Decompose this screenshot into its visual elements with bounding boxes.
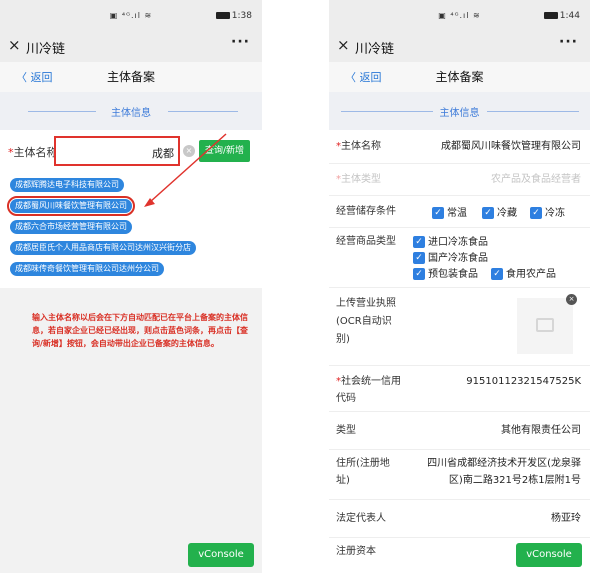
checkbox-checked-icon: ✓: [413, 236, 425, 248]
nav-bar: 〈 返回 主体备案: [329, 62, 590, 92]
instruction-note: 输入主体名称以后会在下方自动匹配已在平台上备案的主体信息，若自家企业已经已经出现…: [32, 313, 248, 348]
checkbox-checked-icon: ✓: [482, 207, 494, 219]
checkbox-checked-icon: ✓: [491, 268, 503, 280]
status-time: 1:44: [559, 11, 580, 21]
field-label: 注册资本: [336, 546, 376, 557]
field-entity-name: *主体名称 成都蜀风川味餐饮管理有限公司: [329, 130, 590, 164]
goods-option-agricultural[interactable]: ✓ 食用农产品: [491, 265, 556, 280]
app-title: 川冷链: [355, 42, 395, 57]
battery-time: 1:44: [543, 11, 580, 21]
status-bar: ▣ ⁴ᴳ.ıl ≋ 1:44: [329, 0, 590, 30]
license-upload[interactable]: ×: [517, 294, 577, 354]
legal-rep-value[interactable]: 杨亚玲: [551, 511, 581, 527]
field-label: *社会统一信用: [336, 376, 401, 387]
app-title-bar: × 川冷链 ···: [329, 30, 590, 62]
field-label: 住所(注册地: [336, 458, 390, 469]
right-phone-screen: ▣ ⁴ᴳ.ıl ≋ 1:44 × 川冷链 ··· 〈 返回 主体备案 主体信息 …: [329, 0, 590, 573]
field-label: 代码: [336, 393, 356, 404]
field-goods-type: 经营商品类型 ✓ 进口冷冻食品 ✓ 国产冷冻食品 ✓ 预包装食品 ✓ 食用农产品: [329, 228, 590, 288]
field-label: 类型: [336, 425, 356, 436]
more-icon[interactable]: ···: [559, 34, 578, 50]
battery-icon: [543, 12, 558, 19]
storage-option-frozen[interactable]: ✓ 冷冻: [530, 204, 565, 219]
left-phone-screen: ▣ ⁴ᴳ.ıl ≋ 1:38 × 川冷链 ··· 〈 返回 主体备案 主体信息 …: [0, 0, 262, 573]
checkbox-checked-icon: ✓: [530, 207, 542, 219]
checkbox-checked-icon: ✓: [413, 252, 425, 264]
field-label: 上传营业执照: [336, 298, 396, 309]
storage-option-ambient[interactable]: ✓ 常温: [432, 204, 467, 219]
address-value-line1[interactable]: 四川省成都经济技术开发区(龙泉驿: [427, 456, 581, 472]
entity-type-select[interactable]: 农产品及食品经营者: [491, 172, 581, 188]
goods-option-prepackaged[interactable]: ✓ 预包装食品: [413, 265, 478, 280]
credit-code-value[interactable]: 91510112321547525K: [466, 374, 581, 390]
field-storage: 经营储存条件 ✓ 常温 ✓ 冷藏 ✓ 冷冻: [329, 196, 590, 228]
field-label: 法定代表人: [336, 513, 386, 524]
storage-option-chilled[interactable]: ✓ 冷藏: [482, 204, 517, 219]
goods-option-imported-frozen[interactable]: ✓ 进口冷冻食品: [413, 233, 488, 248]
field-credit-code: *社会统一信用 代码 91510112321547525K: [329, 366, 590, 412]
annotation-arrow: [144, 133, 227, 207]
field-label: *主体名称: [336, 141, 381, 152]
vconsole-button[interactable]: vConsole: [516, 543, 582, 567]
goods-option-domestic-frozen[interactable]: ✓ 国产冷冻食品: [413, 249, 488, 264]
field-label: (OCR自动识: [336, 316, 392, 327]
field-company-kind: 类型 其他有限责任公司: [329, 412, 590, 450]
divider: [487, 111, 579, 112]
field-label: *主体类型: [336, 174, 381, 185]
address-value-line2[interactable]: 区)南二路321号2栋1层附1号: [449, 473, 581, 489]
vconsole-button[interactable]: vConsole: [188, 543, 254, 567]
field-legal-rep: 法定代表人 杨亚玲: [329, 500, 590, 538]
entity-name-value[interactable]: 成都蜀风川味餐饮管理有限公司: [441, 139, 581, 155]
close-icon[interactable]: ×: [337, 36, 350, 54]
field-label: 址): [336, 475, 350, 486]
section-header: 主体信息: [329, 92, 590, 130]
field-label: 经营商品类型: [336, 236, 396, 247]
checkbox-checked-icon: ✓: [413, 268, 425, 280]
page-title: 主体备案: [435, 70, 484, 84]
checkbox-checked-icon: ✓: [432, 207, 444, 219]
field-entity-type: *主体类型 农产品及食品经营者: [329, 164, 590, 196]
remove-icon[interactable]: ×: [566, 294, 577, 305]
field-label: 经营储存条件: [336, 206, 396, 217]
image-placeholder-icon: [536, 318, 554, 332]
company-kind-value[interactable]: 其他有限责任公司: [501, 423, 581, 439]
field-address: 住所(注册地 址) 四川省成都经济技术开发区(龙泉驿 区)南二路321号2栋1层…: [329, 450, 590, 500]
field-label: 别): [336, 334, 350, 345]
